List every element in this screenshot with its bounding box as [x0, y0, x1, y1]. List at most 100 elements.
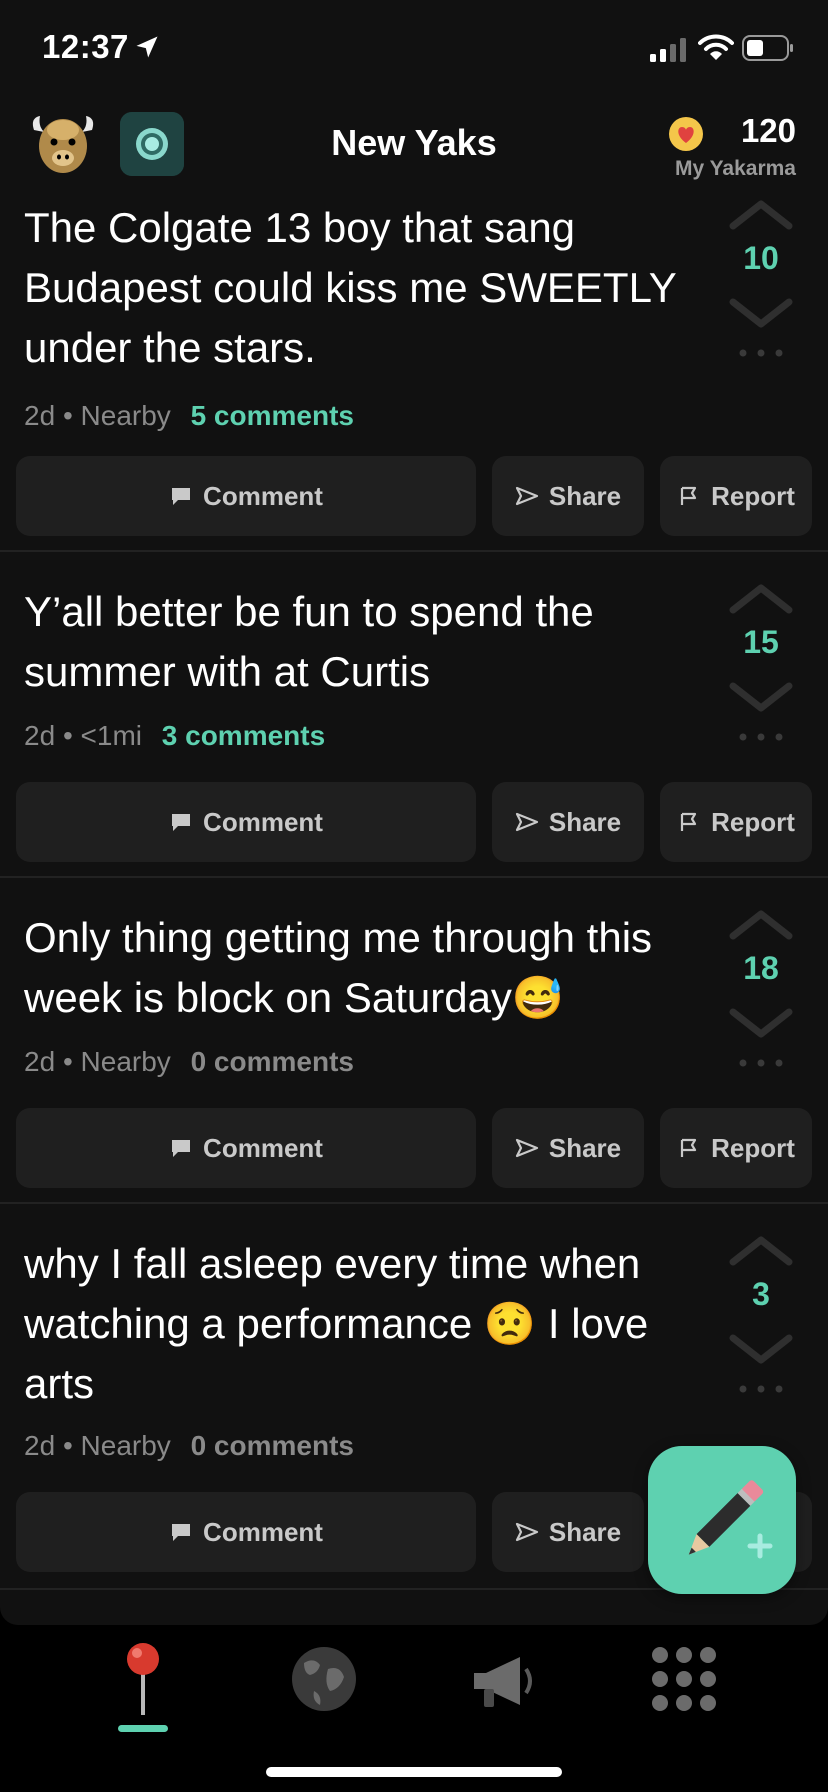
wifi-icon: [698, 34, 734, 60]
comment-bubble-icon: [172, 1140, 191, 1157]
share-label: Share: [548, 1516, 622, 1547]
post-actions: Comment Share Report: [16, 782, 812, 862]
location-arrow-icon: [136, 36, 158, 58]
comment-count-link[interactable]: 0 comments: [191, 1430, 354, 1461]
yakarma-score[interactable]: 120 My Yakarma: [636, 112, 796, 182]
report-button[interactable]: Report: [660, 1108, 812, 1188]
downvote-icon[interactable]: [729, 1334, 793, 1366]
share-arrow-icon: [515, 486, 538, 506]
cellular-signal-icon: [650, 38, 686, 62]
status-time: 12:37: [42, 28, 129, 65]
more-options-icon[interactable]: [738, 348, 784, 358]
post-age: 2d: [24, 400, 56, 431]
share-button[interactable]: Share: [492, 782, 644, 862]
vote-score: 10: [743, 240, 779, 276]
post-meta: 2d • <1mi 3 comments: [24, 720, 325, 752]
report-label: Report: [711, 1132, 795, 1163]
yak-feed[interactable]: The Colgate 13 boy that sang Budapest co…: [0, 190, 828, 1625]
comment-bubble-icon: [172, 488, 191, 505]
report-button[interactable]: Report: [660, 456, 812, 536]
share-label: Share: [548, 806, 622, 837]
yakarma-label: My Yakarma: [674, 157, 796, 180]
pencil-plus-icon: [688, 1480, 773, 1559]
vote-control: 18: [720, 908, 802, 1078]
share-arrow-icon: [515, 1138, 538, 1158]
heart-icon: [669, 117, 703, 151]
share-button[interactable]: Share: [492, 1492, 644, 1572]
report-label: Report: [711, 806, 795, 837]
post-actions: Comment Share Report: [16, 456, 812, 536]
post-meta: 2d • Nearby 0 comments: [24, 1430, 354, 1462]
comment-button[interactable]: Comment: [16, 782, 476, 862]
post-text: The Colgate 13 boy that sang Budapest co…: [24, 204, 677, 371]
flag-icon: [681, 812, 697, 831]
active-tab-indicator: [118, 1725, 168, 1732]
comment-count-link[interactable]: 0 comments: [191, 1046, 354, 1077]
megaphone-icon[interactable]: [464, 1639, 544, 1719]
post-text: Only thing getting me through this week …: [24, 914, 653, 1021]
downvote-icon[interactable]: [729, 1008, 793, 1040]
post-card[interactable]: Only thing getting me through this week …: [0, 878, 828, 1204]
comment-label: Comment: [203, 480, 323, 511]
comment-bubble-icon: [172, 1524, 191, 1541]
upvote-icon[interactable]: [729, 582, 793, 614]
post-card[interactable]: The Colgate 13 boy that sang Budapest co…: [0, 190, 828, 552]
comment-count-link[interactable]: 5 comments: [191, 400, 354, 431]
vote-score: 15: [743, 624, 779, 660]
upvote-icon[interactable]: [729, 1234, 793, 1266]
comment-button[interactable]: Comment: [16, 456, 476, 536]
downvote-icon[interactable]: [729, 682, 793, 714]
compose-post-button[interactable]: [648, 1446, 796, 1594]
report-label: Report: [711, 480, 795, 511]
share-label: Share: [548, 480, 622, 511]
yakarma-value: 120: [740, 112, 796, 149]
post-meta: 2d • Nearby 0 comments: [24, 1046, 354, 1078]
share-button[interactable]: Share: [492, 1108, 644, 1188]
post-age: 2d: [24, 720, 56, 751]
battery-icon: [742, 35, 793, 61]
share-button[interactable]: Share: [492, 456, 644, 536]
post-text: Y’all better be fun to spend the summer …: [24, 588, 594, 695]
more-options-icon[interactable]: [738, 1384, 784, 1394]
post-age: 2d: [24, 1046, 56, 1077]
vote-control: 15: [720, 582, 802, 752]
comment-button[interactable]: Comment: [16, 1108, 476, 1188]
pin-icon[interactable]: [103, 1639, 183, 1719]
more-options-icon[interactable]: [738, 732, 784, 742]
vote-control: 10: [720, 198, 802, 368]
vote-control: 3: [720, 1234, 802, 1404]
post-text: why I fall asleep every time when watchi…: [24, 1240, 649, 1407]
post-location: Nearby: [80, 400, 171, 431]
upvote-icon[interactable]: [729, 198, 793, 230]
tab-bar: [0, 1625, 828, 1792]
report-button[interactable]: Report: [660, 782, 812, 862]
more-options-icon[interactable]: [738, 1058, 784, 1068]
share-label: Share: [548, 1132, 622, 1163]
downvote-icon[interactable]: [729, 298, 793, 330]
share-arrow-icon: [515, 1522, 538, 1542]
grid-icon[interactable]: [644, 1639, 724, 1719]
vote-score: 3: [752, 1276, 770, 1312]
meta-separator: •: [62, 1430, 73, 1461]
comment-label: Comment: [203, 1516, 323, 1547]
flag-icon: [681, 1138, 697, 1157]
post-age: 2d: [24, 1430, 56, 1461]
globe-icon[interactable]: [284, 1639, 364, 1719]
post-actions: Comment Share Report: [16, 1108, 812, 1188]
comment-label: Comment: [203, 806, 323, 837]
post-location: Nearby: [80, 1430, 171, 1461]
post-location: Nearby: [80, 1046, 171, 1077]
vote-score: 18: [743, 950, 779, 986]
app-header: New Yaks 120 My Yakarma: [0, 100, 828, 190]
post-card[interactable]: Y’all better be fun to spend the summer …: [0, 552, 828, 878]
meta-separator: •: [62, 720, 73, 751]
post-meta: 2d • Nearby 5 comments: [24, 400, 354, 432]
meta-separator: •: [62, 1046, 73, 1077]
share-arrow-icon: [515, 812, 538, 832]
comment-count-link[interactable]: 3 comments: [162, 720, 325, 751]
comment-bubble-icon: [172, 814, 191, 831]
post-location: <1mi: [80, 720, 142, 751]
comment-button[interactable]: Comment: [16, 1492, 476, 1572]
home-indicator[interactable]: [266, 1767, 562, 1777]
upvote-icon[interactable]: [729, 908, 793, 940]
